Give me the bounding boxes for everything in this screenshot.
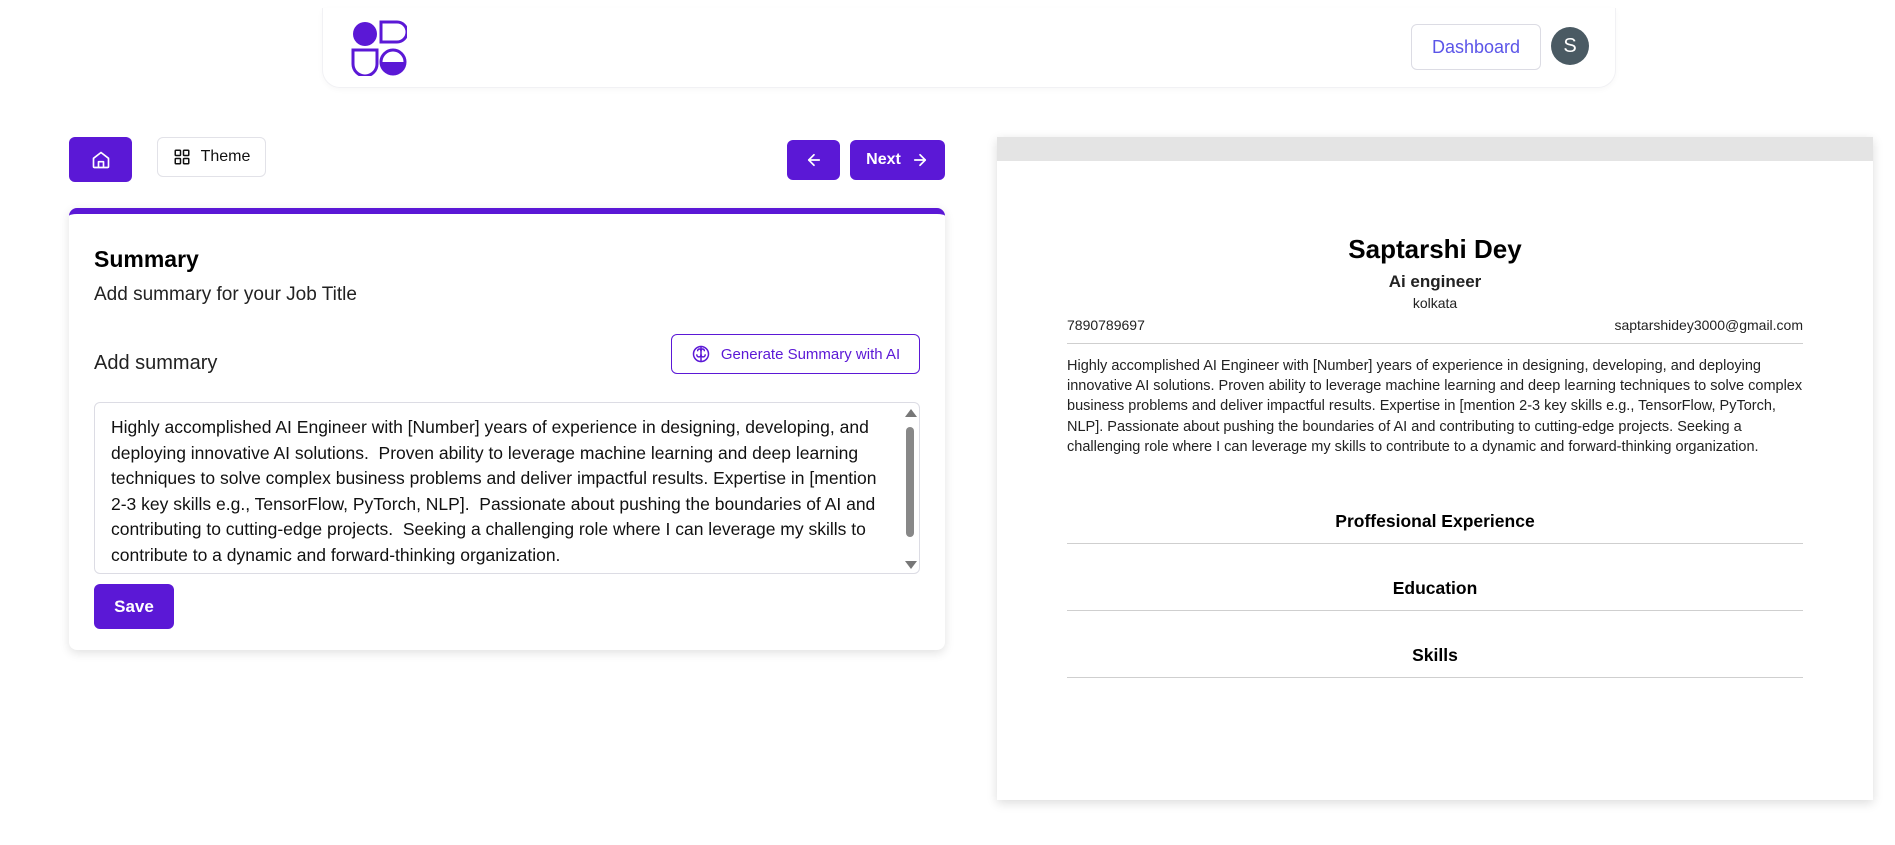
resume-divider (1067, 610, 1803, 611)
arrow-right-icon (913, 153, 926, 167)
scroll-up-arrow[interactable] (905, 409, 917, 417)
scroll-thumb[interactable] (906, 427, 914, 537)
arrow-left-icon (807, 153, 820, 167)
avatar[interactable]: S (1551, 27, 1589, 65)
resume-email: saptarshidey3000@gmail.com (1614, 317, 1803, 333)
resume-section-experience: Proffesional Experience (1335, 511, 1535, 531)
theme-button[interactable]: Theme (157, 137, 266, 177)
resume-section-education: Education (1392, 578, 1478, 598)
resume-preview: Saptarshi Dey Ai engineer kolkata 789078… (997, 137, 1873, 800)
generate-summary-button[interactable]: Generate Summary with AI (671, 334, 920, 374)
home-button[interactable] (69, 137, 132, 182)
form-subtitle: Add summary for your Job Title (94, 284, 357, 305)
summary-field-label: Add summary (94, 352, 218, 374)
next-label: Next (866, 151, 901, 168)
resume-divider (1067, 343, 1803, 344)
resume-job-title: Ai engineer (1388, 272, 1482, 291)
dashboard-button[interactable]: Dashboard (1411, 24, 1541, 70)
textarea-scrollbar[interactable] (903, 407, 917, 571)
generate-summary-label: Generate Summary with AI (720, 345, 901, 363)
form-title: Summary (94, 246, 199, 272)
previous-button[interactable] (787, 140, 840, 180)
home-icon (92, 151, 109, 168)
resume-section-skills: Skills (1412, 645, 1458, 665)
summary-textarea[interactable]: Highly accomplished AI Engineer with [Nu… (94, 402, 920, 574)
logo-icon[interactable] (351, 20, 407, 76)
resume-phone: 7890789697 (1067, 317, 1145, 333)
resume-divider (1067, 543, 1803, 544)
next-button[interactable]: Next (850, 140, 945, 180)
grid-icon (174, 149, 190, 165)
brain-icon (692, 345, 710, 363)
resume-name: Saptarshi Dey (1348, 234, 1522, 264)
top-navbar: Dashboard S (322, 8, 1616, 88)
resume-location: kolkata (1412, 295, 1458, 311)
scroll-down-arrow[interactable] (905, 561, 917, 569)
summary-form-card: Summary Add summary for your Job Title A… (69, 208, 945, 650)
save-button[interactable]: Save (94, 584, 174, 629)
theme-label: Theme (200, 148, 251, 165)
resume-divider (1067, 677, 1803, 678)
resume-summary: Highly accomplished AI Engineer with [Nu… (1067, 358, 1803, 455)
summary-textarea-value[interactable]: Highly accomplished AI Engineer with [Nu… (111, 415, 889, 568)
